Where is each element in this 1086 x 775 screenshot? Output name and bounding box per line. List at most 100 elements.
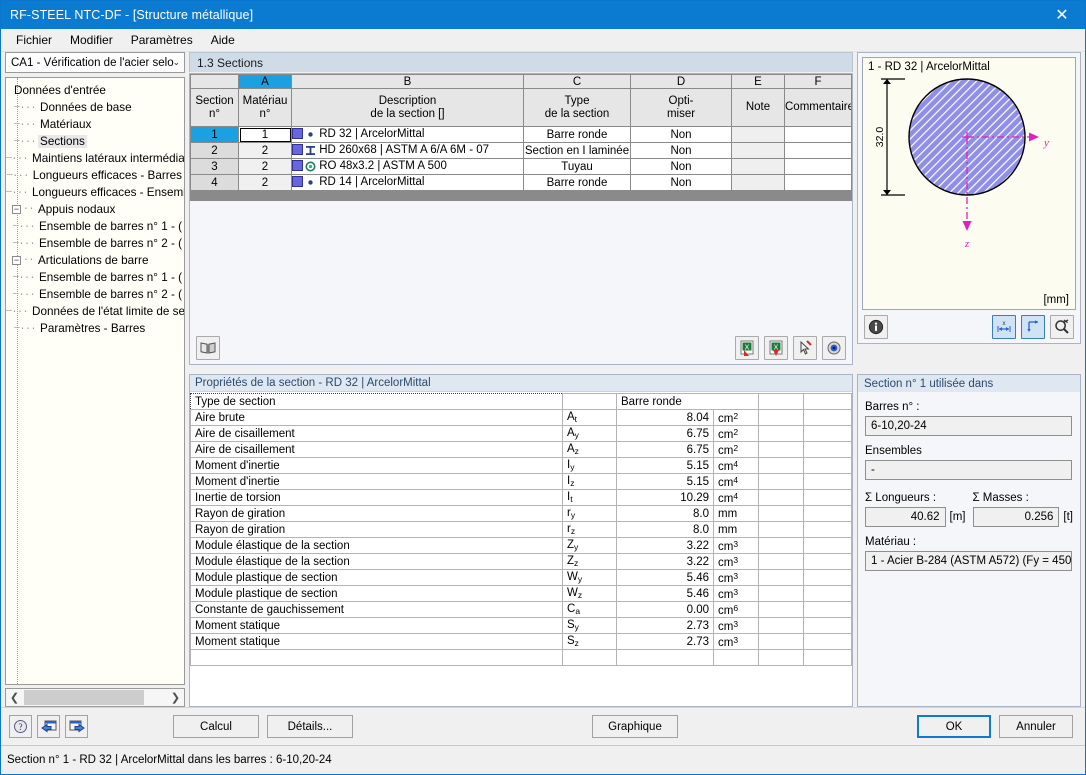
book-icon[interactable] xyxy=(196,335,220,360)
cell-comment[interactable] xyxy=(784,126,852,143)
property-value[interactable]: 0.00 xyxy=(616,601,714,618)
property-row[interactable]: Rayon de giration ry 8.0 mm xyxy=(190,505,852,522)
sidebar-item-11[interactable]: ┄··· Ensemble de barres n° 1 - ( xyxy=(6,269,184,286)
table-row-empty[interactable] xyxy=(190,199,852,201)
cell-empty[interactable] xyxy=(523,199,631,201)
cell-material-no[interactable]: 2 xyxy=(238,174,292,191)
menu-item-fichier[interactable]: Fichier xyxy=(7,30,61,50)
tree-expander-icon[interactable]: − xyxy=(12,205,21,214)
sidebar-item-3[interactable]: ┄··· Sections xyxy=(6,133,184,150)
sidebar-item-4[interactable]: ┄···Maintiens latéraux intermédiaires xyxy=(6,150,184,167)
property-row[interactable]: Constante de gauchissement Ca 0.00 cm6 xyxy=(190,601,852,618)
axes-icon[interactable] xyxy=(1021,314,1045,339)
cell-empty[interactable] xyxy=(731,199,785,201)
property-row[interactable]: Module élastique de la section Zz 3.22 cm3 xyxy=(190,553,852,570)
row-header-no[interactable]: 4 xyxy=(190,174,239,191)
cell-optimize[interactable]: Non xyxy=(630,158,732,175)
prev-icon[interactable] xyxy=(37,715,60,738)
property-value[interactable]: 6.75 xyxy=(616,425,714,442)
col-letter-f[interactable]: F xyxy=(784,74,852,89)
cell-empty[interactable] xyxy=(784,199,852,201)
menu-item-aide[interactable]: Aide xyxy=(202,30,244,50)
property-row[interactable]: Moment statique Sy 2.73 cm3 xyxy=(190,617,852,634)
col-letter-e[interactable]: E xyxy=(731,74,785,89)
property-row[interactable]: Inertie de torsion It 10.29 cm4 xyxy=(190,489,852,506)
row-header-no[interactable]: 2 xyxy=(190,142,239,159)
sections-table-body[interactable]: 11 RD 32 | ArcelorMittal Barre ronde Non 2 2… xyxy=(190,126,852,201)
property-row[interactable]: Module plastique de section Wy 5.46 cm3 xyxy=(190,569,852,586)
property-value[interactable]: 10.29 xyxy=(616,489,714,506)
sidebar-item-14[interactable]: ┄··· Paramètres - Barres xyxy=(6,320,184,337)
sidebar-item-10[interactable]: − ·· Articulations de barre xyxy=(6,252,184,269)
table-row[interactable]: 32 RO 48x3.2 | ASTM A 500 Tuyau Non xyxy=(190,158,852,175)
property-row[interactable]: Module plastique de section Wz 5.46 cm3 xyxy=(190,585,852,602)
sidebar-item-9[interactable]: ┄··· Ensemble de barres n° 2 - ( xyxy=(6,235,184,252)
cancel-button[interactable]: Annuler xyxy=(999,715,1073,738)
dimension-x-icon[interactable]: x xyxy=(992,314,1016,339)
property-value[interactable]: 8.0 xyxy=(616,505,714,522)
sidebar-item-5[interactable]: ┄··· Longueurs efficaces - Barres xyxy=(6,167,184,184)
property-row[interactable]: Aire de cisaillement Ay 6.75 cm2 xyxy=(190,425,852,442)
cell-description[interactable]: HD 260x68 | ASTM A 6/A 6M - 07 xyxy=(291,142,524,159)
property-value[interactable] xyxy=(616,649,714,666)
row-header-no[interactable]: 3 xyxy=(190,158,239,175)
cell-comment[interactable] xyxy=(784,142,852,159)
properties-table-body[interactable]: Type de section Barre ronde Aire brute At 8.… xyxy=(190,393,852,666)
calcul-button[interactable]: Calcul xyxy=(173,715,259,738)
cell-optimize[interactable]: Non xyxy=(630,142,732,159)
cell-type[interactable]: Barre ronde xyxy=(523,126,631,143)
sidebar-item-12[interactable]: ┄··· Ensemble de barres n° 2 - ( xyxy=(6,286,184,303)
col-letter-d[interactable]: D xyxy=(630,74,732,89)
cell-empty[interactable] xyxy=(238,199,292,201)
sets-field[interactable]: - xyxy=(865,460,1072,480)
property-value[interactable]: 5.15 xyxy=(616,473,714,490)
cell-description[interactable]: RD 14 | ArcelorMittal xyxy=(291,174,524,191)
property-row[interactable]: Type de section Barre ronde xyxy=(190,393,852,410)
next-icon[interactable] xyxy=(65,715,88,738)
col-letter-b[interactable]: B xyxy=(291,74,524,89)
tree-expander-icon[interactable]: − xyxy=(12,256,21,265)
navigation-tree[interactable]: Données d'entrée ┄··· Données de base ┄··· M… xyxy=(5,77,185,685)
sidebar-item-13[interactable]: ┄··· Données de l'état limite de serv xyxy=(6,303,184,320)
property-value[interactable]: 3.22 xyxy=(616,537,714,554)
property-value[interactable]: 3.22 xyxy=(616,553,714,570)
cell-type[interactable]: Section en I laminée xyxy=(523,142,631,159)
property-row[interactable]: Aire brute At 8.04 cm2 xyxy=(190,409,852,426)
cell-comment[interactable] xyxy=(784,174,852,191)
view-icon[interactable] xyxy=(822,335,846,360)
scroll-right-icon[interactable]: ❯ xyxy=(167,689,184,706)
property-value[interactable]: 2.73 xyxy=(616,617,714,634)
property-value[interactable]: 8.0 xyxy=(616,521,714,538)
table-row[interactable]: 11 RD 32 | ArcelorMittal Barre ronde Non xyxy=(190,126,852,143)
cell-optimize[interactable]: Non xyxy=(630,174,732,191)
lengths-field[interactable]: 40.62 xyxy=(865,507,946,527)
property-value[interactable]: 5.46 xyxy=(616,569,714,586)
property-row[interactable]: Aire de cisaillement Az 6.75 cm2 xyxy=(190,441,852,458)
col-letter-a[interactable]: A xyxy=(238,74,292,89)
menu-item-modifier[interactable]: Modifier xyxy=(61,30,122,50)
info-icon[interactable] xyxy=(864,314,888,339)
cell-note[interactable] xyxy=(731,142,785,159)
graphique-button[interactable]: Graphique xyxy=(592,715,678,738)
excel-export-icon[interactable]: X xyxy=(764,335,788,360)
cell-material-no[interactable]: 2 xyxy=(238,158,292,175)
sidebar-item-2[interactable]: ┄··· Matériaux xyxy=(6,116,184,133)
cell-type[interactable]: Tuyau xyxy=(523,158,631,175)
row-header-empty[interactable] xyxy=(190,199,239,201)
sidebar-item-7[interactable]: − ·· Appuis nodaux xyxy=(6,201,184,218)
section-graphic-canvas[interactable]: 1 - RD 32 | ArcelorMittal 32.0 y z [mm] xyxy=(862,57,1076,310)
cell-empty[interactable] xyxy=(630,199,732,201)
property-value[interactable]: 5.15 xyxy=(616,457,714,474)
property-row[interactable]: Moment d'inertie Iz 5.15 cm4 xyxy=(190,473,852,490)
cell-note[interactable] xyxy=(731,158,785,175)
table-row[interactable]: 22 HD 260x68 | ASTM A 6/A 6M - 07 Section… xyxy=(190,142,852,159)
property-value[interactable]: 6.75 xyxy=(616,441,714,458)
sidebar-item-8[interactable]: ┄··· Ensemble de barres n° 1 - ( xyxy=(6,218,184,235)
property-row[interactable] xyxy=(190,649,852,666)
property-row[interactable]: Module élastique de la section Zy 3.22 cm3 xyxy=(190,537,852,554)
cell-description[interactable]: RO 48x3.2 | ASTM A 500 xyxy=(291,158,524,175)
col-letter-c[interactable]: C xyxy=(523,74,631,89)
table-row[interactable]: 42 RD 14 | ArcelorMittal Barre ronde Non xyxy=(190,174,852,191)
cell-comment[interactable] xyxy=(784,158,852,175)
zoom-reset-icon[interactable] xyxy=(1050,314,1074,339)
